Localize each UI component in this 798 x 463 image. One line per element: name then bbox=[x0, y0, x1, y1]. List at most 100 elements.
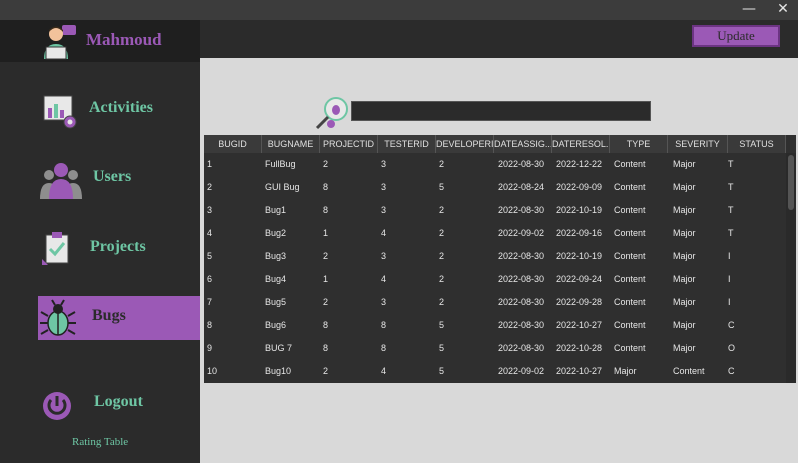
table-cell: 4 bbox=[381, 228, 387, 238]
table-cell: C bbox=[728, 320, 735, 330]
nav-item-projects[interactable]: Projects bbox=[38, 227, 200, 271]
table-cell: C bbox=[728, 366, 735, 376]
table-cell: Bug1 bbox=[265, 205, 287, 215]
table-cell: 3 bbox=[381, 182, 387, 192]
table-cell: 8 bbox=[207, 320, 213, 330]
nav-label-bugs: Bugs bbox=[92, 307, 126, 324]
nav-item-logout[interactable]: Logout bbox=[38, 382, 200, 426]
table-scrollbar[interactable] bbox=[786, 153, 796, 383]
table-cell: 2 bbox=[439, 205, 445, 215]
table-cell: 8 bbox=[323, 320, 329, 330]
table-cell: 3 bbox=[381, 251, 387, 261]
table-cell: 3 bbox=[381, 159, 387, 169]
column-header[interactable]: DATERESOL... bbox=[552, 135, 610, 153]
table-cell: 2022-09-16 bbox=[556, 228, 603, 238]
table-cell: 5 bbox=[207, 251, 213, 261]
table-cell: 1 bbox=[323, 274, 329, 284]
table-row[interactable]: 8 Bug6 8 8 5 2022-08-30 2022-10-27 Content Major… bbox=[204, 314, 786, 337]
table-cell: O bbox=[728, 343, 736, 353]
table-cell: 2022-08-30 bbox=[498, 159, 545, 169]
column-header[interactable]: BUGID bbox=[204, 135, 262, 153]
table-cell: 8 bbox=[323, 205, 329, 215]
nav-item-activities[interactable]: Activities bbox=[38, 88, 200, 132]
table-cell: 2 bbox=[323, 251, 329, 261]
profile-name: Mahmoud bbox=[86, 30, 162, 49]
table-cell: 5 bbox=[439, 366, 445, 376]
table-cell: Content bbox=[614, 320, 646, 330]
bug-search-icon[interactable] bbox=[314, 96, 350, 135]
nav-item-users[interactable]: Users bbox=[38, 157, 200, 201]
rating-table-link[interactable]: Rating Table bbox=[72, 436, 128, 448]
table-cell: 3 bbox=[381, 205, 387, 215]
table-row[interactable]: 5 Bug3 2 3 2 2022-08-30 2022-10-19 Content Major… bbox=[204, 245, 786, 268]
column-header[interactable]: DATEASSIG... bbox=[494, 135, 552, 153]
nav-label-users: Users bbox=[93, 168, 132, 185]
table-cell: T bbox=[728, 182, 734, 192]
search-input[interactable] bbox=[351, 101, 651, 121]
table-cell: 2022-08-30 bbox=[498, 297, 545, 307]
table-cell: Bug2 bbox=[265, 228, 287, 238]
nav-label-logout: Logout bbox=[94, 393, 143, 410]
bugs-table: BUGID BUGNAME PROJECTID TESTERID DEVELOP… bbox=[204, 135, 796, 383]
table-header: BUGID BUGNAME PROJECTID TESTERID DEVELOP… bbox=[204, 135, 786, 153]
bug-icon bbox=[38, 298, 78, 343]
table-cell: Content bbox=[614, 297, 646, 307]
table-cell: 2022-08-30 bbox=[498, 274, 545, 284]
table-cell: 6 bbox=[207, 274, 213, 284]
table-row[interactable]: 1 FullBug 2 3 2 2022-08-30 2022-12-22 Content Ma… bbox=[204, 153, 786, 176]
table-cell: T bbox=[728, 205, 734, 215]
table-cell: Content bbox=[614, 182, 646, 192]
sidebar: Mahmoud Activities Users Projects Bugs L… bbox=[0, 20, 200, 463]
table-cell: 1 bbox=[323, 228, 329, 238]
table-cell: Major bbox=[673, 205, 696, 215]
profile-header: Mahmoud bbox=[0, 20, 200, 62]
update-button[interactable]: Update bbox=[692, 25, 780, 47]
table-row[interactable]: 9 BUG 7 8 8 5 2022-08-30 2022-10-28 Content Majo… bbox=[204, 337, 786, 360]
minimize-icon[interactable]: — bbox=[734, 0, 764, 20]
table-cell: 3 bbox=[207, 205, 213, 215]
table-cell: Major bbox=[673, 343, 696, 353]
table-cell: Major bbox=[614, 366, 637, 376]
nav-item-bugs[interactable]: Bugs bbox=[38, 296, 200, 340]
table-cell: 5 bbox=[439, 320, 445, 330]
table-cell: Content bbox=[614, 205, 646, 215]
table-cell: Content bbox=[614, 274, 646, 284]
table-cell: Bug6 bbox=[265, 320, 287, 330]
table-cell: Bug4 bbox=[265, 274, 287, 284]
table-row[interactable]: 3 Bug1 8 3 2 2022-08-30 2022-10-19 Content Major… bbox=[204, 199, 786, 222]
column-header[interactable]: TESTERID bbox=[378, 135, 436, 153]
column-header[interactable]: PROJECTID bbox=[320, 135, 378, 153]
column-header[interactable]: SEVERITY bbox=[668, 135, 728, 153]
scrollbar-thumb[interactable] bbox=[788, 155, 794, 210]
table-cell: 8 bbox=[323, 182, 329, 192]
table-cell: 2022-10-27 bbox=[556, 366, 603, 376]
table-cell: 2022-10-19 bbox=[556, 205, 603, 215]
column-header[interactable]: TYPE bbox=[610, 135, 668, 153]
power-icon bbox=[38, 384, 78, 429]
column-header[interactable]: BUGNAME bbox=[262, 135, 320, 153]
table-cell: Major bbox=[673, 159, 696, 169]
table-row[interactable]: 7 Bug5 2 3 2 2022-08-30 2022-09-28 Content Major… bbox=[204, 291, 786, 314]
table-cell: 4 bbox=[381, 274, 387, 284]
table-cell: Bug10 bbox=[265, 366, 292, 376]
table-cell: 2022-10-28 bbox=[556, 343, 603, 353]
table-cell: 2 bbox=[323, 297, 329, 307]
table-cell: 2022-09-02 bbox=[498, 366, 545, 376]
table-cell: 2022-09-24 bbox=[556, 274, 603, 284]
table-row[interactable]: 2 GUI Bug 8 3 5 2022-08-24 2022-09-09 Content Ma… bbox=[204, 176, 786, 199]
table-cell: Major bbox=[673, 251, 696, 261]
table-row[interactable]: 10 Bug10 2 4 5 2022-09-02 2022-10-27 Major Conte… bbox=[204, 360, 786, 383]
table-cell: I bbox=[728, 297, 731, 307]
table-row[interactable]: 4 Bug2 1 4 2 2022-09-02 2022-09-16 Content Major… bbox=[204, 222, 786, 245]
close-icon[interactable]: ✕ bbox=[768, 0, 798, 20]
table-cell: 2 bbox=[323, 366, 329, 376]
table-cell: Content bbox=[673, 366, 705, 376]
table-row[interactable]: 6 Bug4 1 4 2 2022-08-30 2022-09-24 Content Major… bbox=[204, 268, 786, 291]
column-header[interactable]: DEVELOPERID bbox=[436, 135, 494, 153]
table-cell: Major bbox=[673, 297, 696, 307]
column-header[interactable]: STATUS bbox=[728, 135, 786, 153]
table-cell: 4 bbox=[207, 228, 213, 238]
table-cell: 2 bbox=[207, 182, 213, 192]
table-cell: Content bbox=[614, 159, 646, 169]
table-cell: 3 bbox=[381, 297, 387, 307]
